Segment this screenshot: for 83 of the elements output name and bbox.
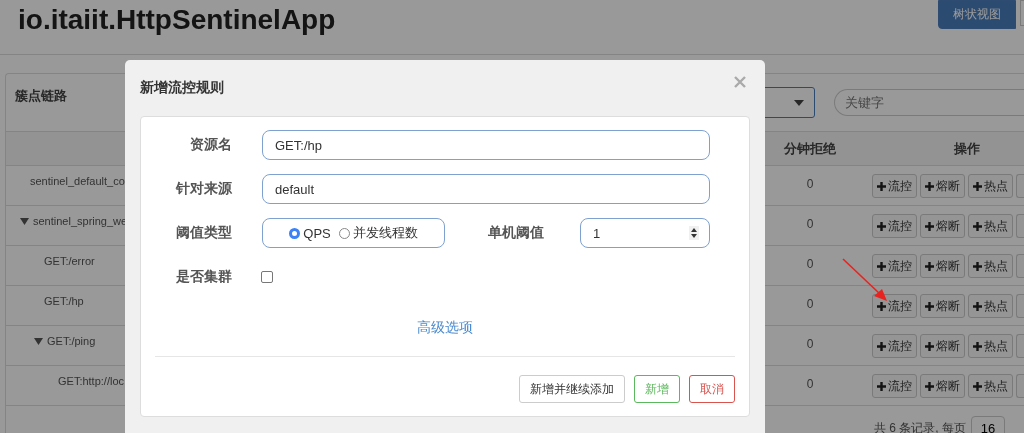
plus-icon [925, 341, 934, 351]
plus-icon [925, 381, 934, 391]
plus-icon [973, 301, 982, 311]
spinner-icon[interactable] [689, 226, 699, 240]
plus-icon [877, 221, 886, 231]
rejected-count: 0 [805, 176, 815, 191]
resource-name: sentinel_default_co [30, 175, 125, 187]
search-field[interactable]: 关键字 [834, 89, 1024, 116]
rejected-count: 0 [805, 216, 815, 231]
column-header: 操作 [953, 139, 981, 158]
rejected-count: 0 [805, 376, 815, 391]
add-rule-button[interactable]: 热点 [968, 214, 1013, 238]
dialog-title: 新增流控规则 [140, 79, 224, 97]
field-label: 是否集群 [175, 268, 232, 286]
add-rule-button[interactable]: 熔断 [920, 214, 965, 238]
add-rule-button[interactable]: 热点 [968, 374, 1013, 398]
add-rule-button[interactable]: 流控 [872, 214, 917, 238]
resource-field[interactable]: GET:/hp [262, 130, 710, 160]
add-rule-button[interactable]: 流控 [872, 294, 917, 318]
dialog-button[interactable]: 取消 [689, 375, 735, 403]
resource-name: GET:/hp [44, 295, 84, 307]
caret-icon[interactable] [20, 217, 29, 225]
column-header: 分钟拒绝 [783, 139, 837, 158]
view-tab[interactable]: 树状视图 [938, 0, 1016, 29]
plus-icon [877, 341, 886, 351]
record-summary: 共 6 条记录, 每页 [874, 419, 966, 433]
plus-icon [877, 181, 886, 191]
action-button[interactable] [1016, 214, 1024, 238]
add-rule-button[interactable]: 熔断 [920, 334, 965, 358]
plus-icon [877, 301, 886, 311]
resource-name: GET:/ping [47, 335, 96, 347]
add-rule-button[interactable]: 熔断 [920, 254, 965, 278]
cluster-checkbox[interactable] [261, 271, 273, 283]
plus-icon [877, 261, 886, 271]
origin-field[interactable]: default [262, 174, 710, 204]
plus-icon [973, 381, 982, 391]
action-button[interactable] [1016, 334, 1024, 358]
plus-icon [973, 181, 982, 191]
dialog-button[interactable]: 新增并继续添加 [519, 375, 625, 403]
action-button[interactable] [1016, 174, 1024, 198]
rejected-count: 0 [805, 296, 815, 311]
add-rule-button[interactable]: 熔断 [920, 174, 965, 198]
add-rule-button[interactable]: 熔断 [920, 374, 965, 398]
annotation-arrow [840, 256, 890, 304]
field-label: 阈值类型 [175, 224, 232, 242]
field-label: 单机阈值 [487, 224, 545, 242]
plus-icon [973, 261, 982, 271]
plus-icon [973, 221, 982, 231]
plus-icon [925, 181, 934, 191]
action-button[interactable] [1016, 254, 1024, 278]
plus-icon [925, 221, 934, 231]
plus-icon [973, 341, 982, 351]
action-button[interactable] [1016, 294, 1024, 318]
resource-name: GET:http://loc [58, 375, 125, 387]
add-rule-button[interactable]: 热点 [968, 254, 1013, 278]
add-rule-button[interactable]: 流控 [872, 254, 917, 278]
radio-option[interactable]: 并发线程数 [338, 224, 418, 242]
threshold-field[interactable]: 1 [580, 218, 710, 248]
add-rule-button[interactable]: 熔断 [920, 294, 965, 318]
radio-option[interactable]: QPS [289, 225, 331, 241]
close-icon[interactable] [733, 75, 747, 89]
rejected-count: 0 [805, 336, 815, 351]
add-rule-button[interactable]: 流控 [872, 334, 917, 358]
app-title: io.itaiit.HttpSentinelApp [18, 4, 336, 36]
caret-icon[interactable] [34, 337, 43, 345]
add-rule-button[interactable]: 流控 [872, 174, 917, 198]
plus-icon [925, 261, 934, 271]
add-rule-button[interactable]: 热点 [968, 334, 1013, 358]
caret-icon [794, 99, 804, 106]
field-label: 资源名 [189, 136, 232, 154]
add-rule-button[interactable]: 热点 [968, 294, 1013, 318]
field-label: 针对来源 [174, 180, 232, 198]
add-rule-button[interactable]: 热点 [968, 174, 1013, 198]
advanced-options-link[interactable]: 高级选项 [417, 319, 473, 337]
rejected-count: 0 [805, 256, 815, 271]
resource-name: sentinel_spring_we [33, 215, 128, 227]
add-rule-button[interactable]: 流控 [872, 374, 917, 398]
page-size-field[interactable]: 16 [971, 416, 1005, 433]
plus-icon [925, 301, 934, 311]
action-button[interactable] [1016, 374, 1024, 398]
plus-icon [877, 381, 886, 391]
resource-name: GET:/error [44, 255, 95, 267]
panel-title: 簇点链路 [15, 86, 67, 105]
